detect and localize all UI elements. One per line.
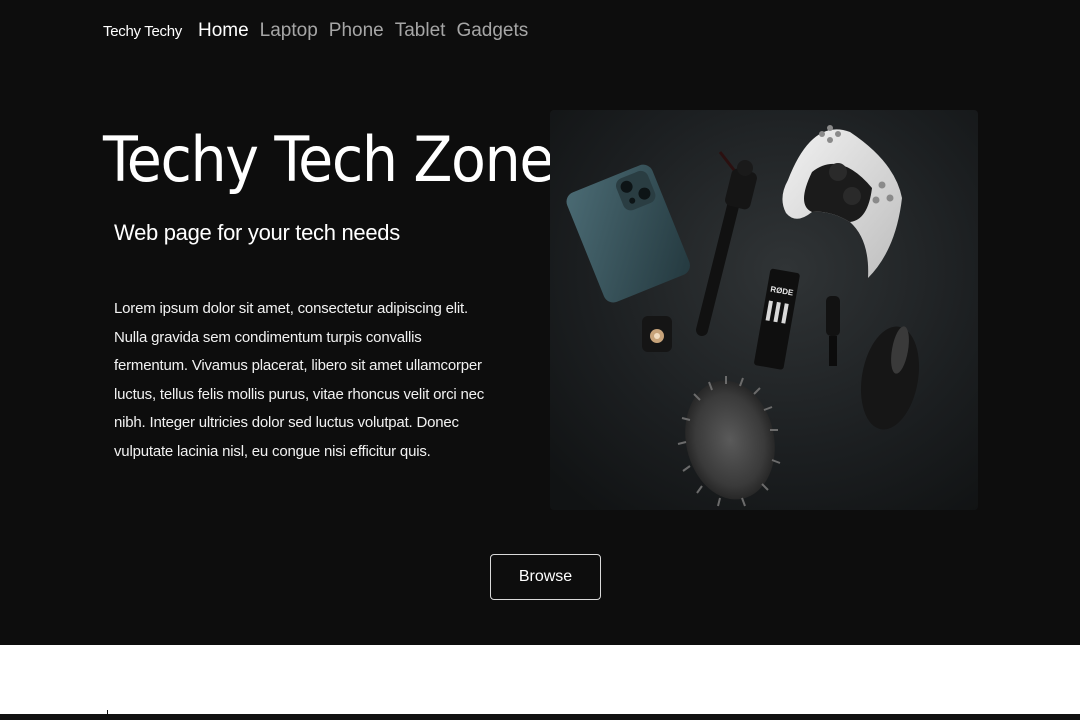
browse-button[interactable]: Browse xyxy=(490,554,601,600)
hero-section: Techy Techy Home Laptop Phone Tablet Gad… xyxy=(0,0,1080,645)
nav-link-home[interactable]: Home xyxy=(198,20,249,42)
bottom-bar xyxy=(0,714,1080,720)
hero-description: Lorem ipsum dolor sit amet, consectetur … xyxy=(114,300,485,460)
nav-link-laptop[interactable]: Laptop xyxy=(260,20,318,42)
nav-link-gadgets[interactable]: Gadgets xyxy=(456,20,528,42)
brand-logo[interactable]: Techy Techy xyxy=(103,23,182,40)
page-title: Techy Tech Zone xyxy=(103,123,554,196)
gadgets-photo: RØDE xyxy=(550,110,978,510)
page-subtitle: Web page for your tech needs xyxy=(114,220,400,245)
led-light-image xyxy=(642,316,672,352)
top-navbar: Techy Techy Home Laptop Phone Tablet Gad… xyxy=(103,20,539,42)
nav-link-phone[interactable]: Phone xyxy=(329,20,384,42)
nav-link-tablet[interactable]: Tablet xyxy=(395,20,446,42)
